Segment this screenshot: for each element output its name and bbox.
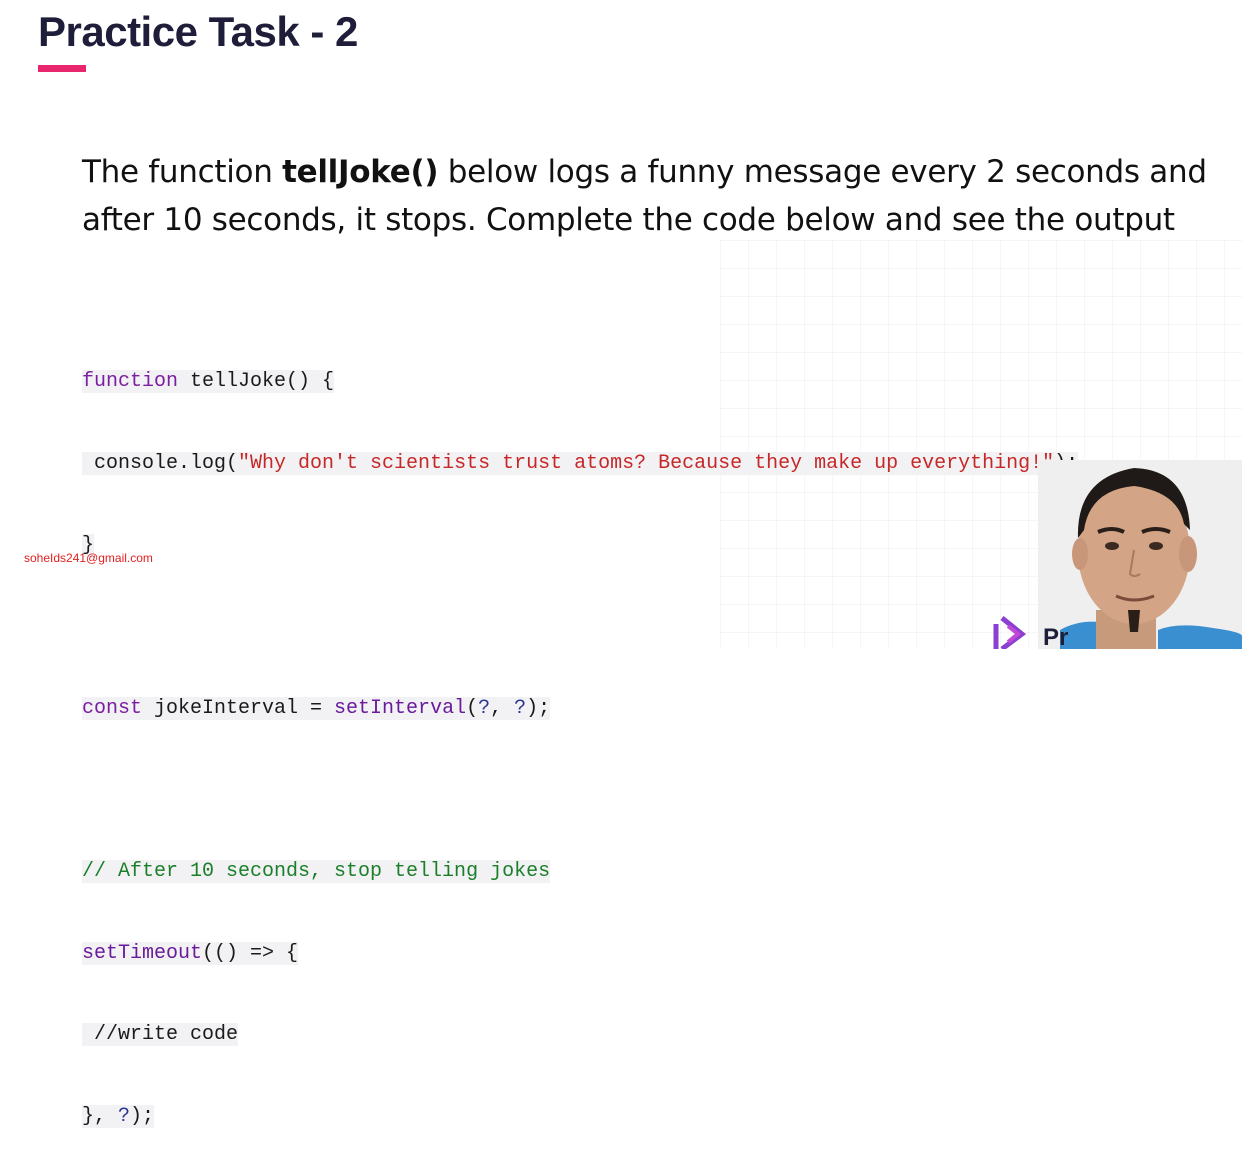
- code-text: },: [82, 1104, 119, 1128]
- placeholder-function: ?: [478, 696, 491, 720]
- code-block: function tellJoke() { console.log("Why d…: [82, 314, 1079, 1157]
- function-name: tellJoke(): [282, 154, 439, 190]
- code-text: //write code: [82, 1023, 239, 1047]
- title-underline: [38, 65, 86, 72]
- keyword-const: const: [82, 696, 143, 720]
- code-line-2: console.log("Why don't scientists trust …: [82, 450, 1079, 477]
- placeholder-timeout: ?: [118, 1104, 131, 1128]
- fn-settimeout: setTimeout: [82, 941, 203, 965]
- code-line-1: function tellJoke() {: [82, 368, 1078, 395]
- code-comment: // After 10 seconds, stop telling jokes: [82, 859, 551, 883]
- description-before: The function: [82, 154, 283, 190]
- presenter-webcam: [1038, 460, 1242, 649]
- brand-logo-text: Pr: [1043, 624, 1069, 651]
- code-text: (: [466, 696, 479, 720]
- code-text: );: [526, 696, 551, 720]
- keyword-function: function: [82, 370, 179, 394]
- code-text: tellJoke() {: [178, 370, 335, 394]
- code-line-3: }: [82, 532, 1078, 559]
- code-line-5: // After 10 seconds, stop telling jokes: [82, 858, 1078, 885]
- brand-logo-icon: [993, 616, 1027, 649]
- code-line-6: setTimeout(() => {: [82, 940, 1078, 967]
- fn-setinterval: setInterval: [334, 696, 467, 720]
- code-line-7: //write code: [82, 1021, 1078, 1048]
- presenter-image: [1038, 460, 1242, 649]
- code-line-8: }, ?);: [82, 1103, 1078, 1130]
- code-line-4: const jokeInterval = setInterval(?, ?);: [82, 695, 1078, 722]
- slide-title: Practice Task - 2: [38, 8, 358, 55]
- task-description: The function tellJoke() below logs a fun…: [82, 148, 1222, 244]
- code-text: (() => {: [202, 941, 299, 965]
- email-watermark: soheIds241@gmail.com: [24, 551, 153, 565]
- placeholder-delay: ?: [514, 696, 527, 720]
- code-text: console.log(: [82, 452, 239, 475]
- code-text: ,: [490, 696, 515, 720]
- code-text: );: [130, 1104, 155, 1128]
- joke-string: "Why don't scientists trust atoms? Becau…: [238, 452, 1055, 475]
- code-text: jokeInterval =: [142, 696, 335, 720]
